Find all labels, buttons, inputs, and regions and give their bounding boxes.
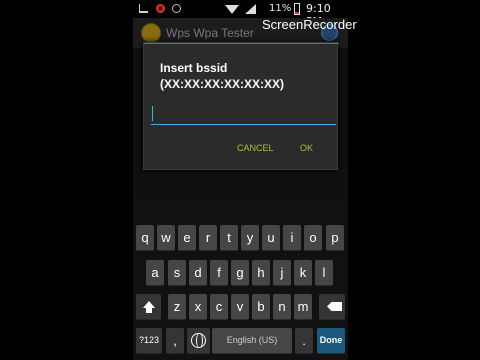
key-a[interactable]: a: [146, 260, 164, 286]
app-logo-icon: [141, 23, 161, 43]
cancel-button[interactable]: CANCEL: [237, 143, 274, 153]
dialog-divider: [144, 43, 339, 44]
record-icon: [156, 4, 165, 13]
key-k[interactable]: k: [294, 260, 312, 286]
dialog-message-line2: (XX:XX:XX:XX:XX:XX): [160, 77, 285, 91]
key-x[interactable]: x: [189, 294, 207, 320]
key-z[interactable]: z: [168, 294, 186, 320]
status-bar: 11% 9:10 PM: [133, 0, 348, 28]
ok-button[interactable]: OK: [300, 143, 313, 153]
bssid-dialog: Insert bssid (XX:XX:XX:XX:XX:XX) CANCEL …: [143, 42, 339, 170]
signal-icon: [245, 4, 256, 14]
shift-icon: [143, 301, 155, 313]
notification-icon: [172, 4, 181, 13]
key-j[interactable]: j: [273, 260, 291, 286]
text-cursor: [152, 106, 153, 121]
key-o[interactable]: o: [304, 225, 322, 251]
key-c[interactable]: c: [210, 294, 228, 320]
key-t[interactable]: t: [220, 225, 238, 251]
dialog-message: Insert bssid (XX:XX:XX:XX:XX:XX): [160, 60, 335, 92]
dialog-buttons: CANCEL OK: [144, 137, 339, 161]
phone-screen: 11% 9:10 PM Wps Wpa Tester Insert bssid …: [133, 0, 348, 360]
key-e[interactable]: e: [178, 225, 196, 251]
bssid-input[interactable]: [151, 101, 336, 125]
backspace-key[interactable]: [319, 294, 345, 320]
space-key[interactable]: English (US): [212, 328, 292, 354]
comma-key[interactable]: ,: [166, 328, 184, 354]
app-title: Wps Wpa Tester: [166, 26, 254, 40]
soft-keyboard: q w e r t y u i o p a s d f g h j k l z …: [133, 195, 348, 360]
key-w[interactable]: w: [157, 225, 175, 251]
key-r[interactable]: r: [199, 225, 217, 251]
key-l[interactable]: l: [315, 260, 333, 286]
done-key[interactable]: Done: [317, 328, 345, 354]
key-h[interactable]: h: [252, 260, 270, 286]
battery-percent: 11%: [269, 3, 292, 14]
language-key[interactable]: [187, 328, 210, 354]
usb-icon: [139, 4, 148, 13]
key-y[interactable]: y: [241, 225, 259, 251]
key-p[interactable]: p: [326, 225, 344, 251]
key-s[interactable]: s: [168, 260, 186, 286]
key-q[interactable]: q: [136, 225, 154, 251]
key-v[interactable]: v: [231, 294, 249, 320]
symbols-key[interactable]: ?123: [136, 328, 162, 354]
key-m[interactable]: m: [294, 294, 312, 320]
key-f[interactable]: f: [210, 260, 228, 286]
shift-key[interactable]: [136, 294, 161, 320]
battery-icon: [294, 3, 300, 15]
globe-icon: [191, 333, 206, 348]
key-n[interactable]: n: [273, 294, 291, 320]
dialog-message-line1: Insert bssid: [160, 61, 228, 75]
screen-recorder-label: ScreenRecorder: [262, 17, 357, 32]
key-d[interactable]: d: [189, 260, 207, 286]
key-g[interactable]: g: [231, 260, 249, 286]
period-key[interactable]: .: [295, 328, 313, 354]
key-b[interactable]: b: [252, 294, 270, 320]
key-u[interactable]: u: [262, 225, 280, 251]
backspace-icon: [327, 302, 342, 311]
key-i[interactable]: i: [283, 225, 301, 251]
wifi-icon: [225, 5, 239, 14]
